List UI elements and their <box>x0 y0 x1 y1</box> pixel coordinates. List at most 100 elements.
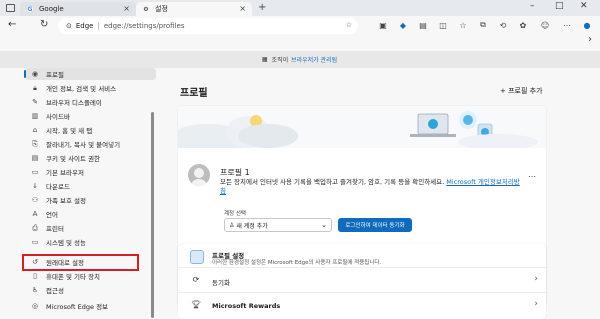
extension-icon[interactable]: ▤ <box>418 20 428 30</box>
cookie-icon: ▤ <box>31 154 39 162</box>
sidebar-item-about[interactable]: ◎ Microsoft Edge 정보 <box>30 300 108 312</box>
profile-row: 프로필 1 모든 장치에서 인터넷 사용 기록을 백업하고 즐겨찾기, 암호, … <box>178 148 546 243</box>
managed-banner: ▦ 조직 이 브라우저가 관리됨 <box>0 51 600 68</box>
collections-icon[interactable]: ⧉ <box>478 20 488 30</box>
managed-text-mid: 이 <box>282 57 289 64</box>
tab-strip: G Google × ⚙ 설정 × + – □ ✕ <box>0 0 600 16</box>
browser-icon: ▭ <box>31 168 39 176</box>
toolbar: ← ↻ ⊙ Edge | edge://settings/profiles ☆ … <box>0 16 600 36</box>
sidebar-item-share-copy-paste[interactable]: ⎘ 잘라내기, 복사 및 붙여넣기 <box>30 138 120 150</box>
lock-icon: 🔒︎ <box>33 83 37 92</box>
family-icon: ⚇ <box>31 196 39 204</box>
sidebar-item-cookies[interactable]: ▤ 쿠키 및 사이트 권한 <box>30 152 100 164</box>
close-window-icon[interactable]: ✕ <box>580 1 588 11</box>
managed-bar: › <box>0 34 600 48</box>
sidebar-item-system[interactable]: ▭ 시스템 및 성능 <box>30 236 86 248</box>
sidebar-item-printers[interactable]: ⎙ 프린터 <box>30 222 64 234</box>
add-profile-button[interactable]: + 프로필 추가 <box>500 86 543 96</box>
sidebar-item-family[interactable]: ⚇ 가족 보호 설정 <box>30 194 86 206</box>
sidebar-scrollbar[interactable] <box>151 112 154 318</box>
copilot-icon[interactable]: ✿ <box>518 20 528 30</box>
tab-google[interactable]: G Google × <box>20 2 136 16</box>
sidebar-item-label: 접근성 <box>46 287 64 295</box>
close-icon[interactable]: × <box>123 4 130 13</box>
minimize-icon[interactable]: – <box>530 1 535 11</box>
account-select-value: 새 계정 추가 <box>236 222 268 230</box>
sidebar-item-phone-devices[interactable]: ▯ 휴대폰 및 기타 장치 <box>30 270 100 282</box>
sidebar-item-label: 잘라내기, 복사 및 붙여넣기 <box>46 141 121 149</box>
google-icon: G <box>26 5 34 13</box>
star-icon[interactable]: ☆ <box>346 21 352 29</box>
managed-link[interactable]: 브라우저가 관리됨 <box>291 55 337 64</box>
edge-sidebar-icon[interactable]: ● <box>582 20 592 30</box>
avatar <box>188 164 210 186</box>
account-select[interactable]: ♙ 새 계정 추가 ⌄ <box>224 218 332 232</box>
trophy-icon: 🏆︎ <box>190 300 202 309</box>
row-title: 동기화 <box>212 279 230 287</box>
sidebar-item-label: 가족 보호 설정 <box>46 197 87 205</box>
close-icon[interactable]: × <box>239 4 246 13</box>
sidebar-item-label: 개인 정보, 검색 및 서비스 <box>46 85 117 93</box>
gear-icon: ⚙ <box>143 5 149 13</box>
main-content: 프로필 + 프로필 추가 프로필 1 모든 장치에서 인터넷 사용 기록을 백업… <box>156 68 600 319</box>
phone-icon: ▯ <box>33 272 37 280</box>
chevron-right-icon: › <box>534 299 538 309</box>
sidebar-item-downloads[interactable]: ↓ 다운로드 <box>30 180 70 192</box>
profile-icon[interactable]: ☺ <box>540 20 550 30</box>
new-tab-button[interactable]: + <box>258 2 266 13</box>
language-icon: A <box>32 210 38 218</box>
favorites-icon[interactable]: ☆ <box>458 20 468 30</box>
tab-settings[interactable]: ⚙ 설정 × <box>136 2 252 16</box>
sidebar-item-label: 다운로드 <box>46 183 70 191</box>
managed-text-pre: 조직 <box>271 57 283 64</box>
sidebar-item-appearance[interactable]: ✎ 브라우저 디스플레이 <box>30 96 102 108</box>
sidebar-item-label: 시스템 및 성능 <box>46 239 87 247</box>
settings-sidebar: ◉ 프로필 🔒︎ 개인 정보, 검색 및 서비스 ✎ 브라우저 디스플레이 ▥ 사이드바… <box>0 68 156 319</box>
sidebar-item-label: Microsoft Edge 정보 <box>46 303 109 311</box>
url-text: edge://settings/profiles <box>103 22 185 30</box>
edge-icon: ⊙ <box>66 22 72 30</box>
page-title: 프로필 <box>180 88 208 99</box>
sidebar-item-accessibility[interactable]: ♿︎ 접근성 <box>30 284 64 296</box>
split-screen-icon[interactable]: ◫ <box>438 20 448 30</box>
sidebar-item-label: 언어 <box>46 211 58 219</box>
window-menu-icon[interactable] <box>6 4 15 12</box>
chevron-right-icon[interactable]: › <box>588 34 592 45</box>
sync-row[interactable]: ⟳ 동기화 › <box>178 269 546 293</box>
back-icon[interactable]: ← <box>8 19 16 30</box>
refresh-icon[interactable]: ↻ <box>40 19 48 30</box>
chevron-down-icon: ⌄ <box>321 221 327 229</box>
profile-settings-row[interactable]: 프로필 설정 이러한 환경설정 설정은 Microsoft Edge의 사용자 … <box>178 244 546 268</box>
tab-label: 설정 <box>155 5 168 13</box>
rewards-row[interactable]: 🏆︎ Microsoft Rewards › <box>178 294 546 318</box>
sidebar-item-start-home[interactable]: ⌂ 시작, 홈 및 새 탭 <box>30 124 92 136</box>
profile-desc-text: 모든 장치에서 인터넷 사용 기록을 백업하고 즐겨찾기, 암호, 기록 등을 … <box>220 178 445 186</box>
download-icon: ↓ <box>32 182 38 190</box>
sidebar-item-label: 프린터 <box>46 225 64 233</box>
clipboard-icon: ⎘ <box>32 139 38 148</box>
sidebar-item-profiles[interactable]: ◉ 프로필 <box>30 68 64 80</box>
sync-button[interactable]: 로그인하여 데이터 동기화 <box>338 218 412 232</box>
more-options-icon[interactable]: ⋯ <box>528 172 536 181</box>
sidebar-item-label: 프로필 <box>46 71 64 79</box>
home-icon: ⌂ <box>32 126 38 134</box>
profile-settings-icon <box>190 250 204 264</box>
row-title: Microsoft Rewards <box>212 302 281 310</box>
shield-icon[interactable]: ◆ <box>398 20 408 30</box>
sidebar-item-default-browser[interactable]: ▭ 기본 브라우저 <box>30 166 84 178</box>
sidebar-item-label: 휴대폰 및 기타 장치 <box>46 273 101 281</box>
sidebar-item-label: 사이드바 <box>46 113 70 121</box>
sidebar-item-label: 기본 브라우저 <box>46 169 84 177</box>
profile-settings-card: 프로필 설정 이러한 환경설정 설정은 Microsoft Edge의 사용자 … <box>178 244 546 319</box>
address-bar[interactable]: ⊙ Edge | edge://settings/profiles ☆ <box>58 18 358 34</box>
sidebar-item-privacy[interactable]: 🔒︎ 개인 정보, 검색 및 서비스 <box>30 82 116 94</box>
row-subtitle: 이러한 환경설정 설정은 Microsoft Edge의 사용자 프로필에 적용… <box>212 260 382 266</box>
history-icon[interactable]: ⟲ <box>498 20 508 30</box>
sidebar-item-sidebar[interactable]: ▥ 사이드바 <box>30 110 70 122</box>
sidebar-item-languages[interactable]: A 언어 <box>30 208 58 220</box>
extension-icon[interactable]: ▣ <box>378 20 388 30</box>
edge-icon: ◎ <box>31 302 39 310</box>
brush-icon: ✎ <box>32 98 38 106</box>
maximize-icon[interactable]: □ <box>555 1 564 11</box>
menu-icon[interactable]: ⋯ <box>562 20 572 30</box>
